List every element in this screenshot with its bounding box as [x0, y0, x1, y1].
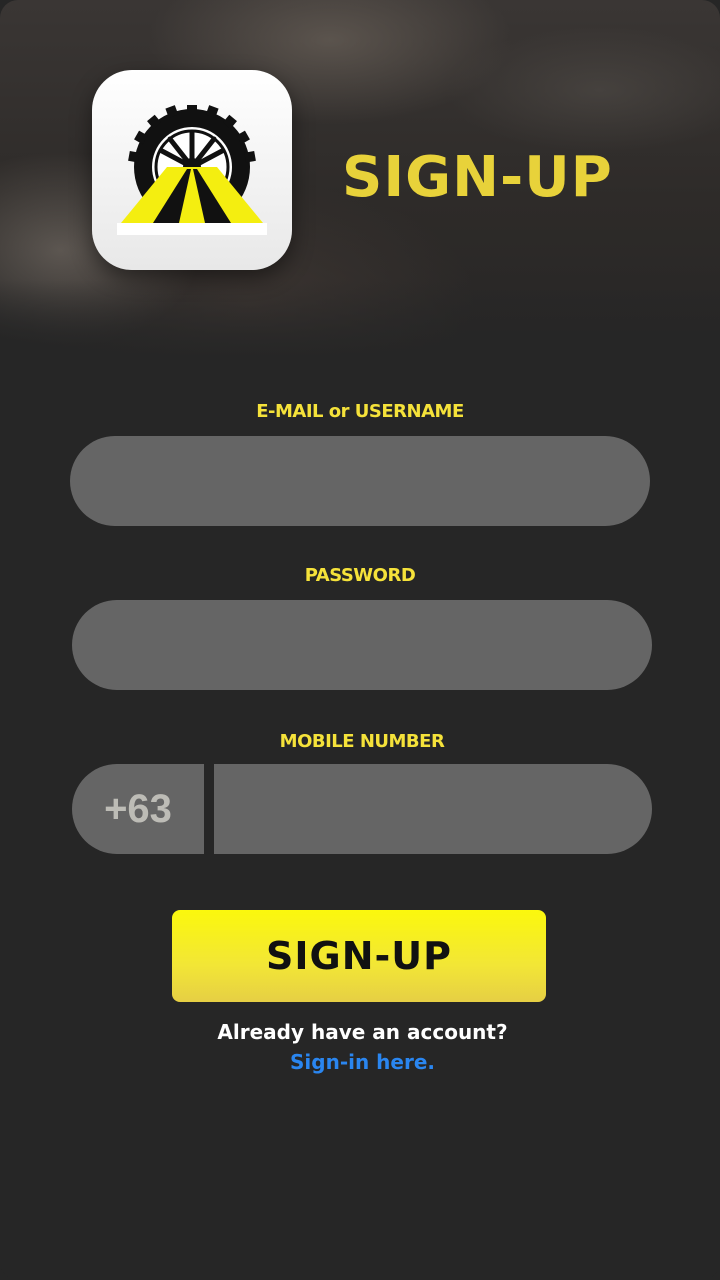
signup-screen: SIGN-UP E-MAIL or USERNAME PASSWORD MOBI…: [0, 0, 720, 1280]
country-code-selector[interactable]: +63: [72, 764, 204, 854]
page-title: SIGN-UP: [342, 145, 613, 210]
email-username-input[interactable]: [70, 436, 650, 526]
signup-button[interactable]: SIGN-UP: [172, 910, 546, 1002]
password-label: PASSWORD: [304, 565, 416, 586]
app-logo: [92, 70, 292, 270]
tire-road-logo-icon: [117, 105, 267, 235]
password-input[interactable]: [72, 600, 652, 690]
signin-link[interactable]: Sign-in here.: [0, 1050, 720, 1074]
mobile-number-input[interactable]: [214, 764, 652, 854]
email-label: E-MAIL or USERNAME: [256, 401, 464, 422]
already-have-account-text: Already have an account?: [217, 1020, 508, 1044]
mobile-number-label: MOBILE NUMBER: [279, 731, 445, 752]
